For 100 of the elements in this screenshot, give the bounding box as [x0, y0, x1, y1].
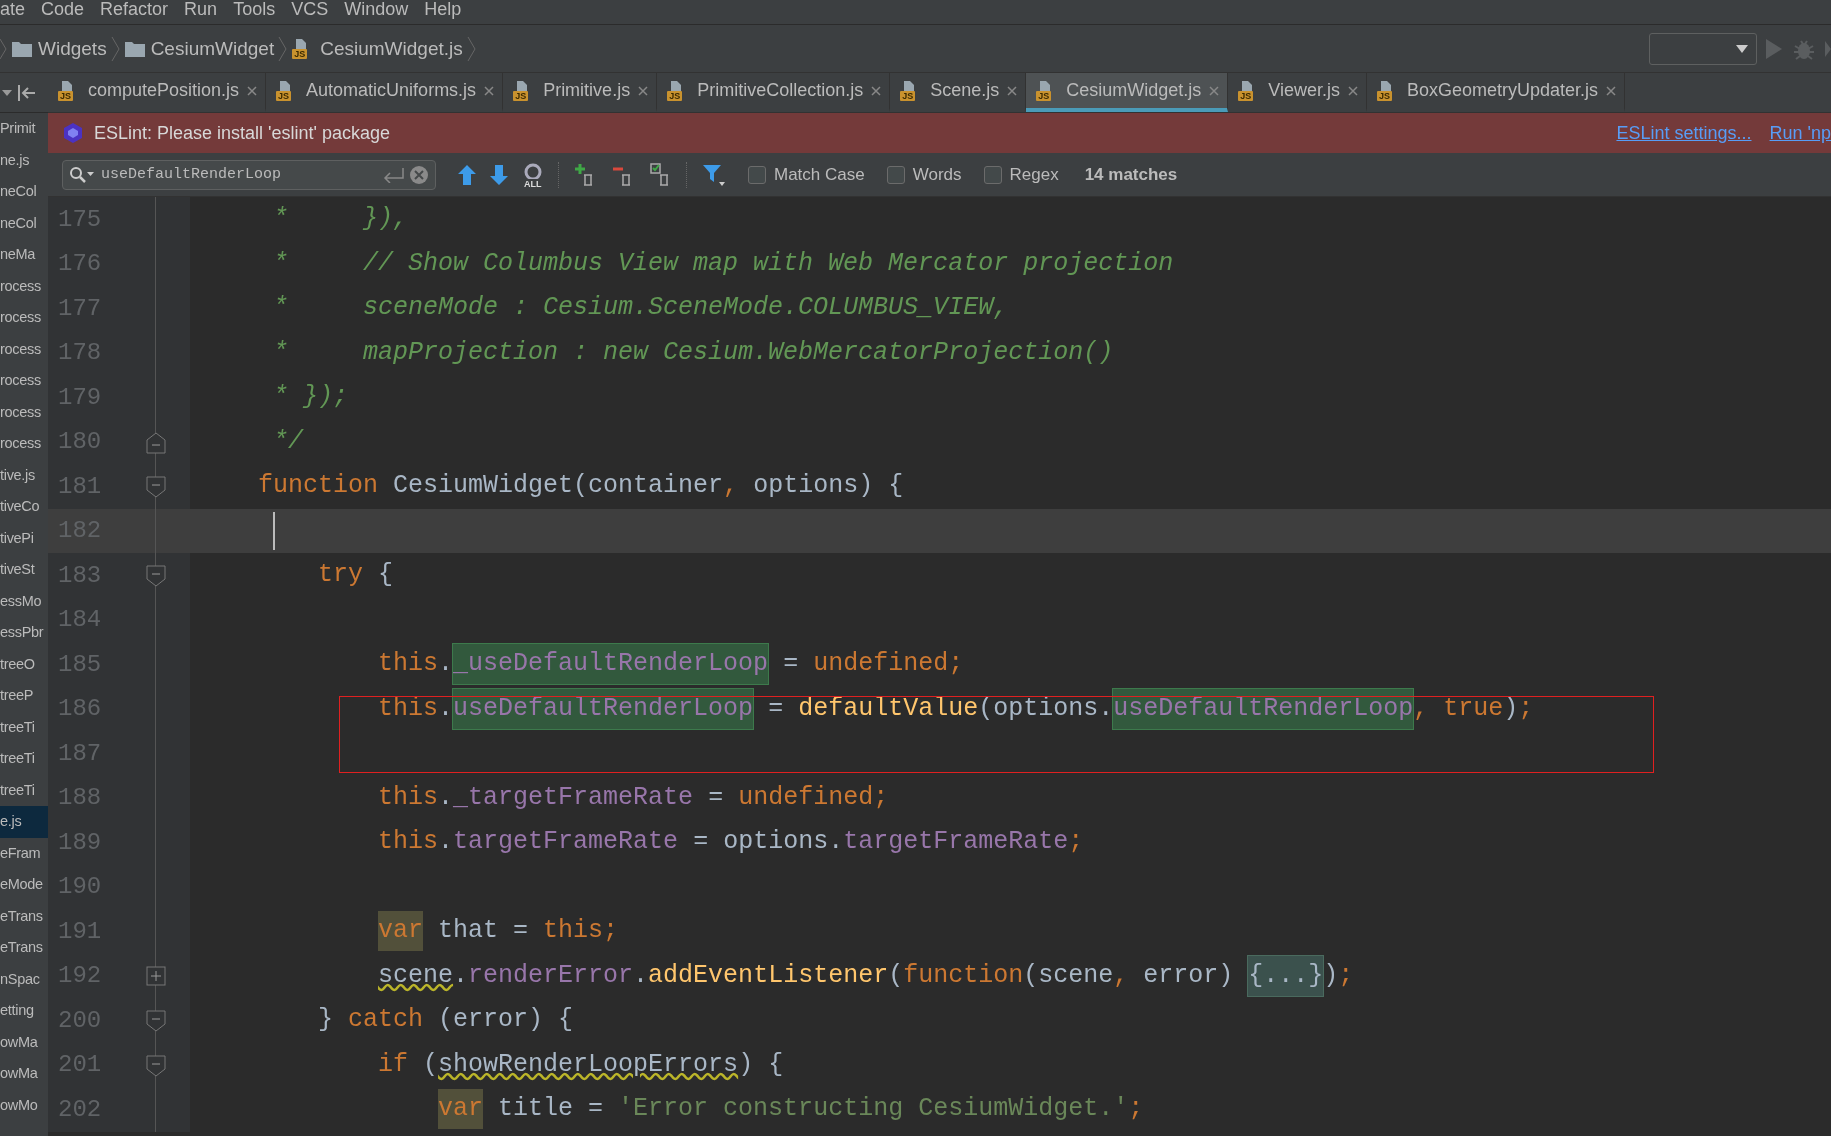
code-token: targetFrameRate [843, 826, 1069, 859]
project-tree-item[interactable]: eFram [0, 837, 48, 869]
fold-icon[interactable] [146, 476, 166, 498]
project-tree-item[interactable]: ne.js [0, 144, 48, 176]
project-tree-item[interactable]: owMa [0, 1058, 48, 1090]
code-token: {...} [1248, 955, 1324, 996]
collapse-icon[interactable] [16, 83, 36, 102]
code-token: if [378, 1048, 409, 1081]
menu-item[interactable]: Run [176, 0, 226, 21]
code-token: this [378, 826, 439, 859]
run-config-dropdown[interactable] [1649, 32, 1757, 65]
code-token: ( [423, 1048, 439, 1081]
editor-tab[interactable]: JS Primitive.js [503, 73, 658, 112]
search-field[interactable]: useDefaultRenderLoop [62, 159, 436, 190]
option-checkbox[interactable]: Match Case [748, 164, 865, 185]
editor-tab[interactable]: JS CesiumWidget.js [1026, 73, 1229, 112]
code-token: that = [438, 915, 530, 948]
editor-tab[interactable]: JS computePosition.js [48, 73, 267, 112]
project-tree-item[interactable]: tiveCo [0, 491, 48, 523]
breadcrumb[interactable]: CesiumWidget [120, 37, 279, 60]
match-count: 14 matches [1084, 164, 1178, 185]
project-tree-item[interactable]: rocess [0, 302, 48, 334]
menu-item[interactable]: Refactor [92, 0, 177, 21]
project-tree-item[interactable]: owMo [0, 1089, 48, 1121]
menu-item[interactable]: ate [0, 0, 34, 21]
project-tree-item[interactable]: owMa [0, 1026, 48, 1058]
close-icon[interactable] [1606, 85, 1617, 96]
previous-occurrence-icon[interactable] [458, 164, 476, 185]
project-tree-item[interactable]: tivePi [0, 522, 48, 554]
code-token: undefined [738, 781, 874, 814]
code-token: scene [378, 959, 454, 992]
breadcrumb[interactable]: JS CesiumWidget.js [288, 37, 467, 60]
checkbox[interactable] [886, 165, 905, 184]
project-tree-item[interactable]: rocess [0, 270, 48, 302]
chevron-icon [278, 35, 289, 62]
checkbox[interactable] [983, 165, 1002, 184]
code-token: = [708, 781, 725, 814]
search-input[interactable]: useDefaultRenderLoop [99, 165, 379, 184]
breadcrumb[interactable]: Widgets [8, 37, 111, 60]
expand-icon[interactable] [146, 965, 166, 986]
project-tree-item[interactable]: treeO [0, 648, 48, 680]
project-tree-item[interactable]: eTrans [0, 932, 48, 964]
project-tree-item[interactable]: etting [0, 995, 48, 1027]
project-tree-item[interactable]: essMo [0, 585, 48, 617]
project-tree-item[interactable]: neMa [0, 239, 48, 271]
checkbox[interactable] [748, 165, 766, 184]
close-icon[interactable] [871, 85, 882, 96]
option-checkbox[interactable]: Words [886, 164, 962, 185]
project-tree-item[interactable]: tive.js [0, 459, 48, 491]
next-occurrence-icon[interactable] [490, 164, 508, 185]
fold-icon[interactable] [146, 1054, 166, 1077]
code-token: = [783, 648, 800, 681]
project-tree-item[interactable]: treeTi [0, 711, 48, 743]
code-token: true [1443, 692, 1504, 725]
code-token: * sceneMode : Cesium.SceneMode.COLUMBUS_VIEW, [273, 292, 1009, 325]
search-icon[interactable] [69, 165, 95, 184]
menu-item[interactable]: VCS [283, 0, 337, 21]
project-tree-item[interactable]: tiveSt [0, 554, 48, 586]
close-icon[interactable] [638, 85, 649, 96]
project-tree-item[interactable]: rocess [0, 333, 48, 365]
clear-icon[interactable] [409, 164, 429, 185]
code-token: = [768, 692, 785, 725]
code-token: function [258, 470, 379, 503]
run-icon[interactable] [1765, 37, 1783, 60]
project-tree-item[interactable]: neCol [0, 176, 48, 208]
project-tree-item[interactable]: e.js [0, 806, 48, 838]
close-icon[interactable] [247, 85, 258, 96]
project-tree-item[interactable]: rocess [0, 365, 48, 397]
notification-link[interactable]: ESLint settings... [1616, 122, 1752, 144]
fold-icon[interactable] [146, 431, 166, 454]
close-icon[interactable] [484, 85, 495, 96]
project-tree-item[interactable]: treeTi [0, 774, 48, 806]
caret-icon[interactable] [2, 89, 12, 96]
project-tree-item[interactable]: neCol [0, 207, 48, 239]
close-icon[interactable] [1007, 85, 1018, 96]
project-tree-item[interactable]: Primit [0, 113, 48, 145]
fold-icon[interactable] [146, 565, 166, 587]
project-tree-item[interactable]: treeP [0, 680, 48, 712]
close-icon[interactable] [1348, 85, 1358, 96]
project-tree-item[interactable]: treeTi [0, 743, 48, 775]
menu-item[interactable]: Tools [225, 0, 284, 21]
project-tree-item[interactable]: rocess [0, 396, 48, 428]
project-tree-item[interactable]: essPbr [0, 617, 48, 649]
project-tree-item[interactable]: rocess [0, 428, 48, 460]
menu-item[interactable]: Code [33, 0, 93, 21]
menu-item[interactable]: Window [336, 0, 417, 21]
editor-tab[interactable]: JS AutomaticUniforms.js [266, 73, 504, 112]
project-tree-item[interactable]: eTrans [0, 900, 48, 932]
editor-tab[interactable]: JS BoxGeometryUpdater.js [1367, 73, 1626, 112]
editor-tab[interactable]: JS Viewer.js [1228, 73, 1367, 112]
editor-tab[interactable]: JS PrimitiveCollection.js [657, 73, 891, 112]
menu-item[interactable]: Help [416, 0, 470, 21]
fold-icon[interactable] [146, 1010, 166, 1032]
project-tree-item[interactable]: eMode [0, 869, 48, 901]
filter-icon[interactable] [702, 162, 726, 187]
option-checkbox[interactable]: Regex [983, 164, 1059, 185]
notification-link[interactable]: Run 'np [1769, 122, 1831, 144]
project-tree-item[interactable]: nSpac [0, 963, 48, 995]
close-icon[interactable] [1209, 85, 1220, 96]
enter-icon[interactable] [383, 166, 405, 183]
